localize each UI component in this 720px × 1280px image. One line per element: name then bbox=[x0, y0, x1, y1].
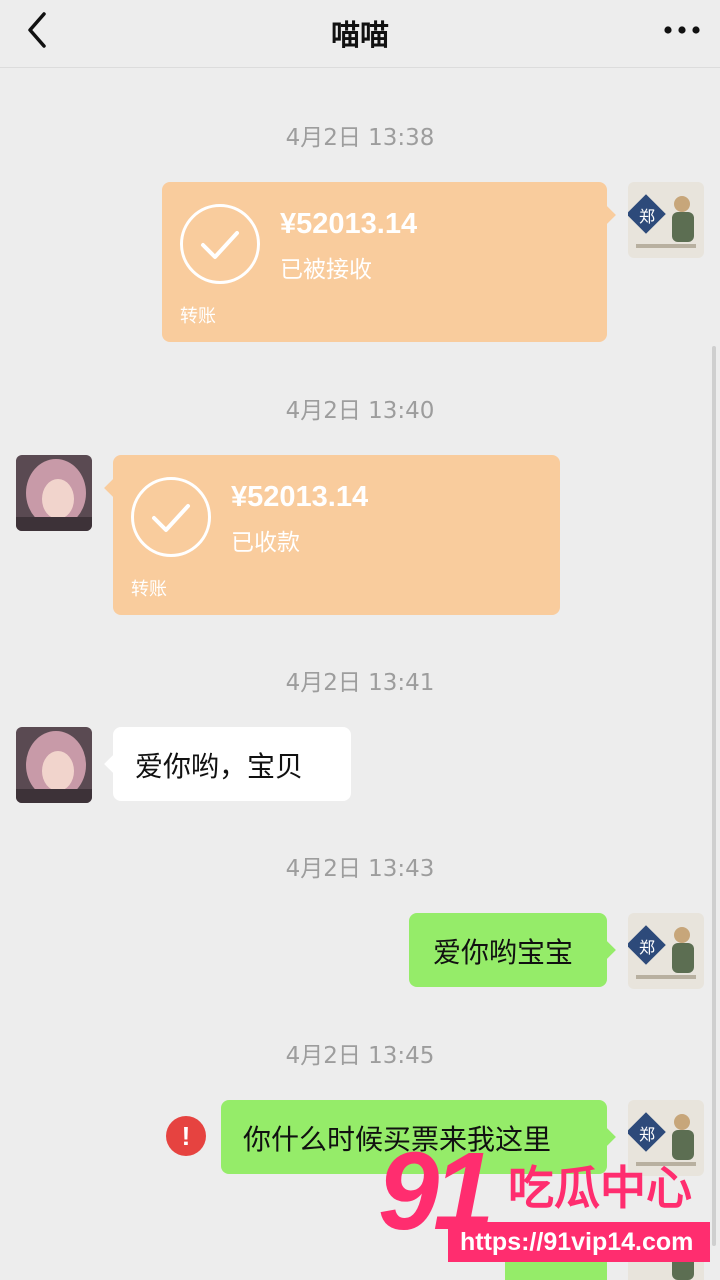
transfer-amount: ¥52013.14 bbox=[231, 481, 369, 513]
timestamp: 4月2日 13:43 bbox=[285, 856, 435, 882]
received-message-bubble[interactable]: 爱你哟，宝贝 bbox=[104, 727, 351, 801]
sent-message-bubble[interactable]: 爱你哟宝宝 bbox=[409, 913, 616, 987]
watermark-name: 吃瓜中心 bbox=[508, 1161, 692, 1215]
bubble-tail bbox=[104, 754, 124, 774]
transfer-bubble-received[interactable]: ¥52013.14 已收款 转账 bbox=[104, 455, 560, 615]
transfer-label: 转账 bbox=[180, 306, 216, 327]
my-avatar[interactable]: 郑 bbox=[628, 182, 704, 258]
contact-avatar[interactable] bbox=[16, 455, 92, 531]
bubble-tail bbox=[104, 478, 124, 498]
transfer-status: 已收款 bbox=[231, 530, 300, 556]
check-circle-icon bbox=[180, 204, 260, 284]
contact-avatar[interactable] bbox=[16, 727, 92, 803]
scrollbar[interactable] bbox=[712, 346, 716, 1246]
site-watermark: 91 吃瓜中心 https://91vip14.com bbox=[368, 1130, 720, 1280]
transfer-bubble-sent[interactable]: ¥52013.14 已被接收 转账 bbox=[162, 182, 616, 342]
message-text: 爱你哟，宝贝 bbox=[135, 750, 304, 783]
bubble-tail bbox=[596, 205, 616, 225]
transfer-amount: ¥52013.14 bbox=[280, 208, 418, 240]
timestamp: 4月2日 13:40 bbox=[285, 398, 435, 424]
more-options-icon[interactable] bbox=[662, 12, 702, 48]
bubble-tail bbox=[596, 940, 616, 960]
check-circle-icon bbox=[131, 477, 211, 557]
message-text: 爱你哟宝宝 bbox=[433, 936, 574, 969]
chat-header: 喵喵 bbox=[0, 0, 720, 68]
timestamp: 4月2日 13:45 bbox=[285, 1043, 435, 1069]
svg-text:郑: 郑 bbox=[639, 938, 655, 957]
svg-text:郑: 郑 bbox=[639, 207, 655, 226]
send-failed-icon[interactable]: ! bbox=[166, 1116, 206, 1156]
transfer-label: 转账 bbox=[131, 579, 167, 600]
chat-title: 喵喵 bbox=[330, 18, 389, 52]
timestamp: 4月2日 13:41 bbox=[285, 670, 435, 696]
my-avatar[interactable]: 郑 bbox=[628, 913, 704, 989]
transfer-status: 已被接收 bbox=[280, 257, 372, 283]
watermark-url: https://91vip14.com bbox=[448, 1222, 710, 1262]
timestamp: 4月2日 13:38 bbox=[285, 125, 435, 151]
